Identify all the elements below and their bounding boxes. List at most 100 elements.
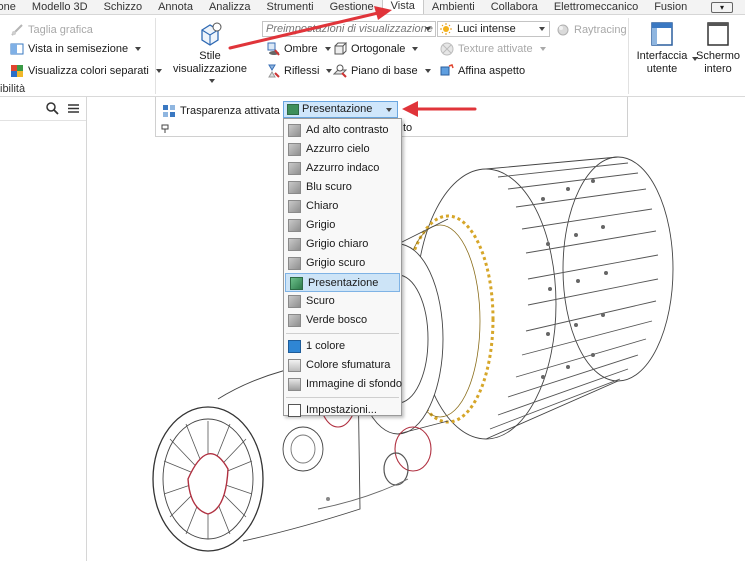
menu-item-verde-bosco[interactable]: Verde bosco [284, 311, 401, 330]
tab-modello-3d[interactable]: Modello 3D [24, 0, 96, 14]
tab-schizzo[interactable]: Schizzo [96, 0, 151, 14]
background-style-combo[interactable]: Presentazione [283, 101, 398, 118]
menu-item-label: Ad alto contrasto [306, 124, 389, 136]
graphics-canvas[interactable] [88, 137, 745, 561]
tab-ambienti[interactable]: Ambienti [424, 0, 483, 14]
stile-visualizzazione-label: Stile visualizzazione [173, 50, 247, 75]
jet-engine-model[interactable] [148, 149, 745, 559]
taglia-grafica-label: Taglia grafica [28, 24, 93, 36]
menu-icon[interactable] [67, 102, 80, 115]
menu-item-ad-alto-contrasto[interactable]: Ad alto contrasto [284, 121, 401, 140]
menu-item-grigio[interactable]: Grigio [284, 216, 401, 235]
ortogonale-label: Ortogonale [351, 43, 406, 55]
menu-item-label: 1 colore [306, 340, 346, 352]
chevron-down-icon [135, 47, 142, 51]
gradient-icon [288, 359, 301, 372]
menu-item-presentazione[interactable]: Presentazione [285, 273, 400, 292]
aspetto-section-label: to [403, 122, 413, 134]
piano-di-base-label: Piano di base [351, 65, 418, 77]
chevron-down-icon [386, 108, 392, 112]
ribbon-divider [628, 18, 629, 94]
menu-item-label: Colore sfumatura [306, 359, 391, 371]
menu-item-scuro[interactable]: Scuro [284, 292, 401, 311]
ombre-button[interactable]: Ombre [266, 40, 331, 58]
trasparenza-attivata-label: Trasparenza attivata [180, 105, 280, 117]
tab-annota[interactable]: Annota [150, 0, 201, 14]
half-section-icon [10, 43, 24, 55]
menu-item-chiaro[interactable]: Chiaro [284, 197, 401, 216]
user-interface-icon [651, 22, 673, 46]
model-browser [0, 97, 87, 561]
ribbon-options-icon[interactable]: ▾ [711, 1, 733, 13]
background-swatch-icon [290, 277, 303, 290]
solid-color-icon [288, 340, 301, 353]
menu-divider [286, 333, 399, 334]
tab-fusion[interactable]: Fusion [646, 0, 695, 14]
preimpostazioni-select[interactable]: Preimpostazioni di visualizzazione [262, 21, 436, 37]
fullscreen-icon [707, 22, 729, 46]
chevron-down-icon [539, 47, 546, 51]
riflessi-button[interactable]: Riflessi [266, 62, 333, 80]
menu-item-grigio-chiaro[interactable]: Grigio chiaro [284, 235, 401, 254]
refine-appearance-icon [440, 64, 454, 76]
chevron-down-icon [208, 79, 215, 83]
menu-item-label: Azzurro cielo [306, 143, 370, 155]
background-style-value: Presentazione [302, 103, 373, 115]
menu-item-azzurro-cielo[interactable]: Azzurro cielo [284, 140, 401, 159]
menu-item-blu-scuro[interactable]: Blu scuro [284, 178, 401, 197]
luci-intense-select[interactable]: Luci intense [437, 21, 550, 37]
color-blocks-icon [11, 65, 23, 77]
menu-item-grigio-scuro[interactable]: Grigio scuro [284, 254, 401, 273]
vista-semisezione-button[interactable]: Vista in semisezione [10, 40, 142, 58]
tab-gestione[interactable]: Gestione [322, 0, 382, 14]
chevron-down-icon [324, 47, 331, 51]
tab-analizza[interactable]: Analizza [201, 0, 259, 14]
affina-aspetto-button[interactable]: Affina aspetto [440, 62, 525, 80]
menu-item-impostazioni[interactable]: Impostazioni... [284, 401, 401, 420]
trasparenza-attivata-button[interactable]: Trasparenza attivata [162, 102, 293, 120]
orthographic-cube-icon [334, 42, 347, 55]
background-swatch-icon [288, 257, 301, 270]
raytracing-button: Raytracing [556, 21, 627, 39]
tab-collabora[interactable]: Collabora [483, 0, 546, 14]
background-swatch-icon [288, 219, 301, 232]
background-swatch-icon [288, 143, 301, 156]
interfaccia-utente-button[interactable]: Interfaccia utente [634, 21, 690, 76]
stile-visualizzazione-button[interactable]: Stile visualizzazione [162, 21, 258, 83]
ribbon-divider [155, 18, 156, 94]
ortogonale-button[interactable]: Ortogonale [333, 40, 419, 58]
raytracing-icon [557, 24, 569, 36]
chevron-down-icon [539, 27, 545, 31]
luci-intense-value: Luci intense [457, 23, 516, 35]
texture-attivate-label: Texture attivate [458, 43, 533, 55]
pin-icon[interactable] [160, 123, 170, 133]
chevron-down-icon [425, 27, 431, 31]
visualizza-colori-button[interactable]: Visualizza colori separati [10, 62, 162, 80]
menu-item-1-colore[interactable]: 1 colore [284, 337, 401, 356]
tab-costruzione[interactable]: zazione [0, 0, 24, 14]
menu-item-colore-sfumatura[interactable]: Colore sfumatura [284, 356, 401, 375]
taglia-grafica-button: Taglia grafica [10, 21, 93, 39]
riflessi-label: Riflessi [284, 65, 320, 77]
tab-elettromeccanico[interactable]: Elettromeccanico [546, 0, 646, 14]
menu-divider [286, 397, 399, 398]
texture-icon [440, 42, 454, 56]
tab-vista[interactable]: Vista [381, 0, 424, 14]
menu-item-azzurro-indaco[interactable]: Azzurro indaco [284, 159, 401, 178]
ribbon-tab-bar: zazione Modello 3D Schizzo Annota Analiz… [0, 0, 745, 15]
vista-semisezione-label: Vista in semisezione [28, 43, 129, 55]
menu-item-label: Blu scuro [306, 181, 352, 193]
menu-item-label: Presentazione [308, 277, 379, 289]
chevron-down-icon [424, 69, 431, 73]
tab-strumenti[interactable]: Strumenti [259, 0, 322, 14]
background-swatch-icon [288, 314, 301, 327]
schermo-intero-button[interactable]: Schermo intero [694, 21, 742, 76]
menu-item-immagine-di-sfondo[interactable]: Immagine di sfondo [284, 375, 402, 394]
search-icon[interactable] [46, 102, 59, 115]
piano-di-base-button[interactable]: Piano di base [333, 62, 431, 80]
slice-icon [11, 24, 23, 36]
interfaccia-utente-label: Interfaccia utente [636, 50, 688, 75]
chevron-down-icon [412, 47, 419, 51]
menu-item-label: Chiaro [306, 200, 339, 212]
menu-item-label: Immagine di sfondo [306, 378, 402, 390]
